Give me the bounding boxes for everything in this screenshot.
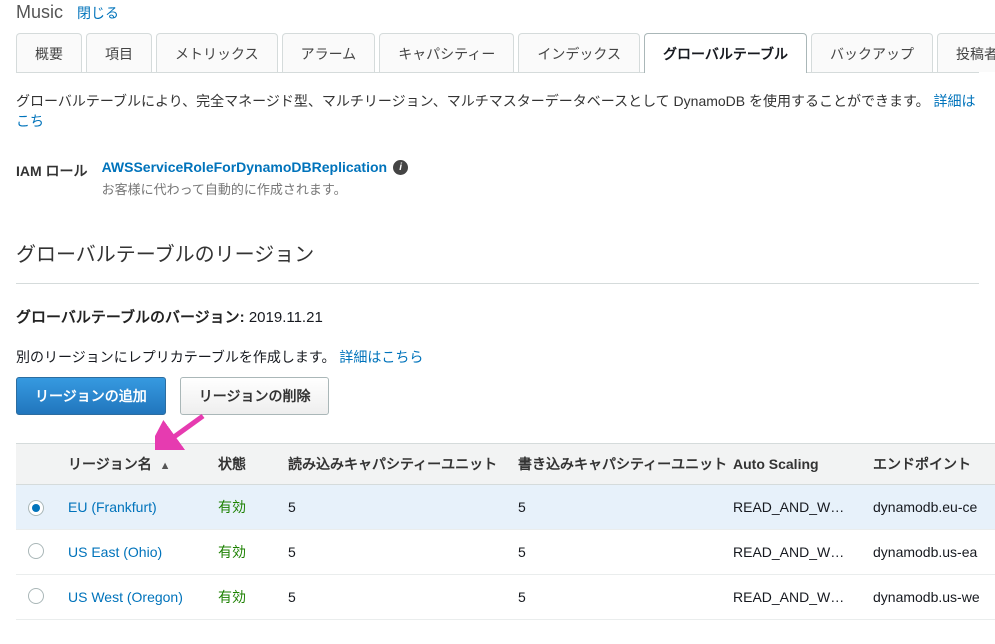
tab-4[interactable]: キャパシティー — [379, 33, 514, 72]
col-status[interactable]: 状態 — [206, 444, 276, 485]
region-link[interactable]: US West (Oregon) — [68, 589, 183, 605]
tab-6[interactable]: グローバルテーブル — [644, 33, 807, 73]
tab-3[interactable]: アラーム — [282, 33, 376, 72]
read-capacity-cell: 5 — [276, 485, 506, 530]
write-capacity-cell: 5 — [506, 575, 721, 620]
tab-8[interactable]: 投稿者のインサイト — [937, 33, 995, 72]
status-cell: 有効 — [206, 485, 276, 530]
col-auto-scaling[interactable]: Auto Scaling — [721, 444, 861, 485]
read-capacity-cell: 5 — [276, 530, 506, 575]
replica-learn-more-link[interactable]: 詳細はこちら — [339, 349, 423, 365]
tab-7[interactable]: バックアップ — [811, 33, 933, 72]
row-radio[interactable] — [28, 543, 44, 559]
iam-role-link[interactable]: AWSServiceRoleForDynamoDBReplication — [102, 159, 388, 175]
col-write-capacity[interactable]: 書き込みキャパシティーユニット — [506, 444, 721, 485]
global-tables-description: グローバルテーブルにより、完全マネージド型、マルチリージョン、マルチマスターデー… — [16, 73, 979, 135]
row-radio[interactable] — [28, 588, 44, 604]
auto-scaling-cell: READ_AND_WRITE — [721, 575, 861, 620]
description-text: グローバルテーブルにより、完全マネージド型、マルチリージョン、マルチマスターデー… — [16, 93, 930, 109]
table-row: US West (Oregon)有効55READ_AND_WRITEdynamo… — [16, 575, 995, 620]
status-cell: 有効 — [206, 575, 276, 620]
tab-5[interactable]: インデックス — [518, 33, 640, 72]
col-endpoint[interactable]: エンドポイント — [861, 444, 995, 485]
endpoint-cell: dynamodb.us-ea — [861, 530, 995, 575]
status-cell: 有効 — [206, 530, 276, 575]
replica-description: 別のリージョンにレプリカテーブルを作成します。 — [16, 349, 335, 365]
version-value: 2019.11.21 — [249, 309, 323, 326]
read-capacity-cell: 5 — [276, 575, 506, 620]
table-row: EU (Frankfurt)有効55READ_AND_WRITEdynamodb… — [16, 485, 995, 530]
close-link[interactable]: 閉じる — [77, 3, 119, 23]
tab-bar: 概要項目メトリックスアラームキャパシティーインデックスグローバルテーブルバックア… — [16, 33, 979, 73]
regions-table: リージョン名 ▲ 状態 読み込みキャパシティーユニット 書き込みキャパシティーユ… — [16, 443, 995, 620]
col-region-label: リージョン名 — [68, 456, 152, 472]
add-region-button[interactable]: リージョンの追加 — [16, 377, 166, 415]
tab-1[interactable]: 項目 — [86, 33, 152, 72]
tab-0[interactable]: 概要 — [16, 33, 82, 72]
sort-asc-icon: ▲ — [160, 460, 171, 472]
delete-region-button[interactable]: リージョンの削除 — [180, 377, 330, 415]
col-region[interactable]: リージョン名 ▲ — [56, 444, 206, 485]
endpoint-cell: dynamodb.eu-ce — [861, 485, 995, 530]
region-link[interactable]: US East (Ohio) — [68, 544, 162, 560]
tab-2[interactable]: メトリックス — [156, 33, 278, 72]
breadcrumb-table-name: Music — [16, 2, 63, 23]
col-read-capacity[interactable]: 読み込みキャパシティーユニット — [276, 444, 506, 485]
iam-role-label: IAM ロール — [16, 159, 88, 198]
iam-role-subtext: お客様に代わって自動的に作成されます。 — [102, 179, 409, 198]
auto-scaling-cell: READ_AND_WRITE — [721, 530, 861, 575]
row-radio[interactable] — [28, 500, 44, 516]
version-label: グローバルテーブルのバージョン: — [16, 309, 245, 326]
write-capacity-cell: 5 — [506, 530, 721, 575]
info-icon[interactable]: i — [393, 160, 408, 175]
endpoint-cell: dynamodb.us-we — [861, 575, 995, 620]
table-row: US East (Ohio)有効55READ_AND_WRITEdynamodb… — [16, 530, 995, 575]
auto-scaling-cell: READ_AND_WRITE — [721, 485, 861, 530]
write-capacity-cell: 5 — [506, 485, 721, 530]
region-link[interactable]: EU (Frankfurt) — [68, 499, 157, 515]
regions-section-title: グローバルテーブルのリージョン — [16, 238, 979, 267]
